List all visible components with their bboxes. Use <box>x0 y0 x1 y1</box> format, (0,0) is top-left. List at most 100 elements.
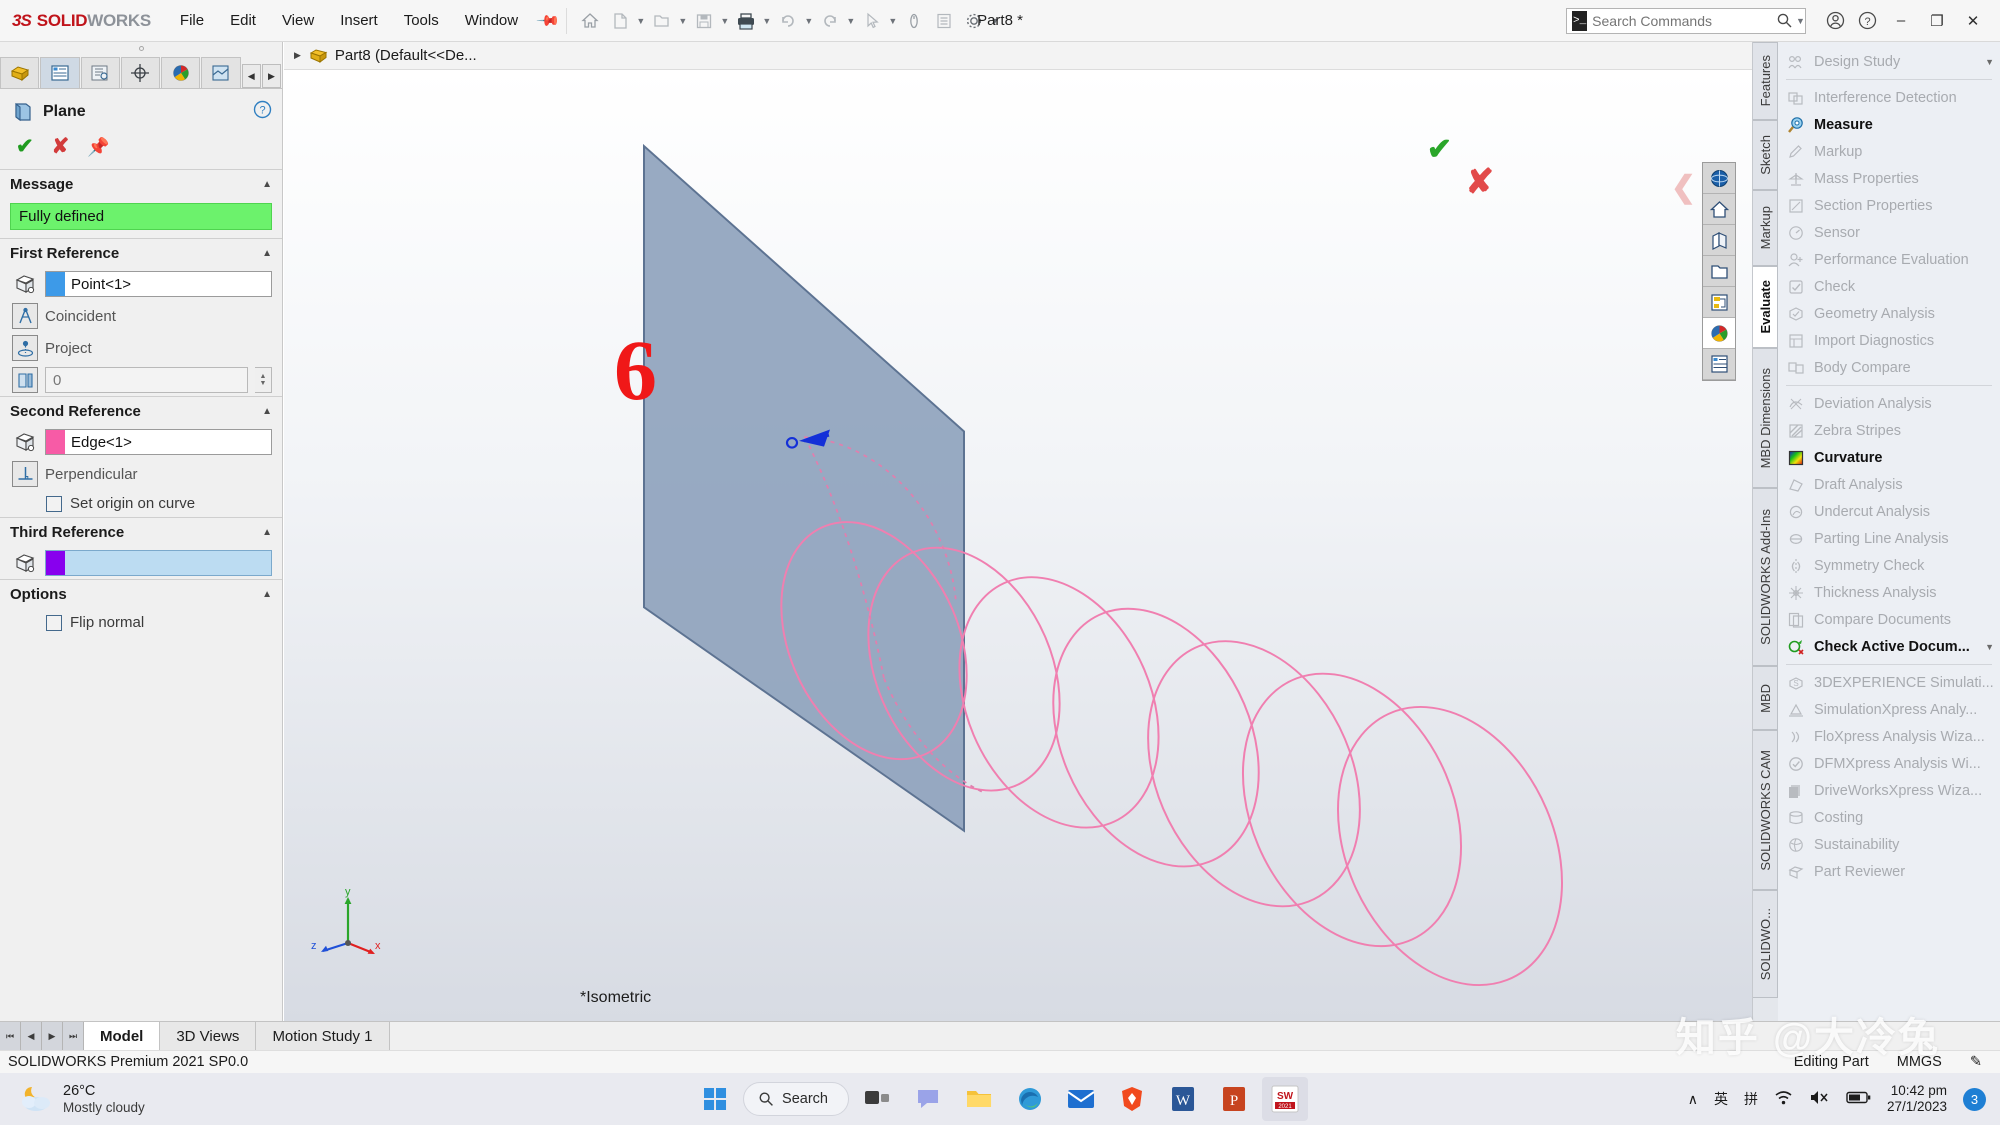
weather-widget[interactable]: 26°C Mostly cloudy <box>0 1083 300 1115</box>
status-customize-icon[interactable]: ✎ <box>1970 1054 1982 1070</box>
tab-evaluate[interactable]: Evaluate <box>1753 266 1778 348</box>
first-reference-coincident-row[interactable]: Coincident <box>0 300 282 332</box>
open-folder-side-icon[interactable] <box>1703 256 1735 287</box>
section-third-reference-header[interactable]: Third Reference ▲ <box>0 517 282 547</box>
save-icon[interactable] <box>689 6 719 36</box>
chevron-up-icon[interactable]: ▲ <box>262 179 272 190</box>
powerpoint-button[interactable]: P <box>1211 1077 1257 1121</box>
command-curvature[interactable]: Curvature <box>1778 444 2000 471</box>
command-import-diagnostics[interactable]: Import Diagnostics <box>1778 327 2000 354</box>
menu-file[interactable]: File <box>167 8 217 33</box>
property-manager-tab[interactable] <box>40 57 80 88</box>
tabs-scroll-left-icon[interactable]: ◀ <box>241 64 261 88</box>
set-origin-on-curve-checkbox[interactable] <box>46 495 62 512</box>
search-icon[interactable] <box>1773 6 1796 36</box>
ime-mode-icon[interactable]: 拼 <box>1744 1089 1758 1109</box>
project-icon[interactable] <box>12 335 38 361</box>
tab-solidworks-cam[interactable]: SOLIDWORKS CAM <box>1753 730 1778 890</box>
taskbar-search[interactable]: Search <box>743 1082 849 1116</box>
solidworks-button[interactable]: SW 2021 <box>1261 1077 1308 1121</box>
chat-button[interactable] <box>905 1077 951 1121</box>
command-mass-properties[interactable]: Mass Properties <box>1778 165 2000 192</box>
home-3d-icon[interactable] <box>1703 194 1735 225</box>
tab-features[interactable]: Features <box>1753 42 1778 120</box>
command-section-properties[interactable]: Section Properties <box>1778 192 2000 219</box>
3d-viewport[interactable]: 6 ✔ ✘ ❮ y x z *Isometric <box>284 70 1752 1021</box>
command-design-study[interactable]: Design Study ▼ <box>1778 48 2000 75</box>
command-3dexperience-simulation[interactable]: S 3DEXPERIENCE Simulati... <box>1778 669 2000 696</box>
tab-mbd[interactable]: MBD <box>1753 666 1778 730</box>
undo-dropdown-icon[interactable]: ▼ <box>803 6 815 36</box>
first-reference-field[interactable]: Point<1> <box>45 271 272 297</box>
second-reference-field[interactable]: Edge<1> <box>45 429 272 455</box>
menu-window[interactable]: Window <box>452 8 531 33</box>
command-body-compare[interactable]: Body Compare <box>1778 354 2000 381</box>
command-parting-line-analysis[interactable]: Parting Line Analysis <box>1778 525 2000 552</box>
tabs-scroll-right-icon[interactable]: ▶ <box>261 64 281 88</box>
section-options-header[interactable]: Options ▲ <box>0 579 282 609</box>
coincident-icon[interactable] <box>12 303 38 329</box>
command-part-reviewer[interactable]: Part Reviewer <box>1778 858 2000 885</box>
save-dropdown-icon[interactable]: ▼ <box>719 6 731 36</box>
tab-markup[interactable]: Markup <box>1753 190 1778 266</box>
next-tab-button[interactable]: ▶ <box>42 1022 63 1050</box>
file-explorer-button[interactable] <box>956 1077 1002 1121</box>
chevron-up-icon[interactable]: ▲ <box>262 527 272 538</box>
command-simulationxpress[interactable]: SimulationXpress Analy... <box>1778 696 2000 723</box>
notification-badge[interactable]: 3 <box>1963 1087 1986 1111</box>
spinner-up-icon[interactable]: ▲ <box>260 373 267 380</box>
wifi-icon[interactable] <box>1774 1089 1793 1109</box>
viewport-cancel-icon[interactable]: ✘ <box>1466 162 1495 202</box>
command-floxpress[interactable]: FloXpress Analysis Wiza... <box>1778 723 2000 750</box>
prev-tab-button[interactable]: ◀ <box>21 1022 42 1050</box>
pin-icon[interactable]: 📌 <box>535 8 561 33</box>
command-compare-documents[interactable]: Compare Documents <box>1778 606 2000 633</box>
section-first-reference-header[interactable]: First Reference ▲ <box>0 238 282 268</box>
command-interference-detection[interactable]: Interference Detection <box>1778 84 2000 111</box>
menu-edit[interactable]: Edit <box>217 8 269 33</box>
command-measure[interactable]: Measure <box>1778 111 2000 138</box>
command-costing[interactable]: Costing <box>1778 804 2000 831</box>
flip-normal-checkbox[interactable] <box>46 614 62 631</box>
set-origin-on-curve-row[interactable]: Set origin on curve <box>0 490 282 517</box>
volume-muted-icon[interactable] <box>1809 1089 1830 1109</box>
help-icon[interactable]: ? <box>1852 6 1882 36</box>
tab-solidworks-addins[interactable]: SOLIDWORKS Add-Ins <box>1753 488 1778 666</box>
clock[interactable]: 10:42 pm 27/1/2023 <box>1887 1083 1947 1115</box>
chevron-up-icon[interactable]: ▲ <box>262 589 272 600</box>
panel-collapse-chevron-icon[interactable]: ❮ <box>1671 170 1696 205</box>
command-deviation-analysis[interactable]: Deviation Analysis <box>1778 390 2000 417</box>
second-reference-perpendicular-row[interactable]: Perpendicular <box>0 458 282 490</box>
command-undercut-analysis[interactable]: Undercut Analysis <box>1778 498 2000 525</box>
close-button[interactable]: ✕ <box>1956 6 1990 36</box>
configuration-manager-tab[interactable] <box>80 57 120 88</box>
command-driveworksxpress[interactable]: DriveWorksXpress Wiza... <box>1778 777 2000 804</box>
new-document-icon[interactable] <box>605 6 635 36</box>
custom-properties-icon[interactable] <box>1703 349 1735 380</box>
battery-charging-icon[interactable] <box>1846 1090 1871 1108</box>
menu-view[interactable]: View <box>269 8 327 33</box>
command-symmetry-check[interactable]: Symmetry Check <box>1778 552 2000 579</box>
select-dropdown-icon[interactable]: ▼ <box>887 6 899 36</box>
options-dropdown-icon[interactable]: ▼ <box>989 6 1001 36</box>
appearances-scenes-icon[interactable] <box>1703 318 1735 349</box>
account-icon[interactable] <box>1820 6 1850 36</box>
display-manager-tab[interactable] <box>161 57 201 88</box>
command-check[interactable]: Check <box>1778 273 2000 300</box>
home-icon[interactable] <box>575 6 605 36</box>
collaborative-tasks-icon[interactable] <box>1703 225 1735 256</box>
chevron-up-icon[interactable]: ▲ <box>262 406 272 417</box>
feature-manager-tab[interactable] <box>0 57 40 88</box>
3dexperience-icon[interactable] <box>1703 163 1735 194</box>
task-view-button[interactable] <box>854 1077 900 1121</box>
command-geometry-analysis[interactable]: Geometry Analysis <box>1778 300 2000 327</box>
minimize-button[interactable]: – <box>1884 6 1918 36</box>
section-second-reference-header[interactable]: Second Reference ▲ <box>0 396 282 426</box>
new-document-dropdown-icon[interactable]: ▼ <box>635 6 647 36</box>
undo-icon[interactable] <box>773 6 803 36</box>
tray-expand-icon[interactable]: ∧ <box>1688 1091 1698 1108</box>
print-dropdown-icon[interactable]: ▼ <box>761 6 773 36</box>
third-reference-field[interactable] <box>45 550 272 576</box>
tab-motion-study-1[interactable]: Motion Study 1 <box>256 1022 390 1050</box>
first-tab-button[interactable]: ⏮ <box>0 1022 21 1050</box>
